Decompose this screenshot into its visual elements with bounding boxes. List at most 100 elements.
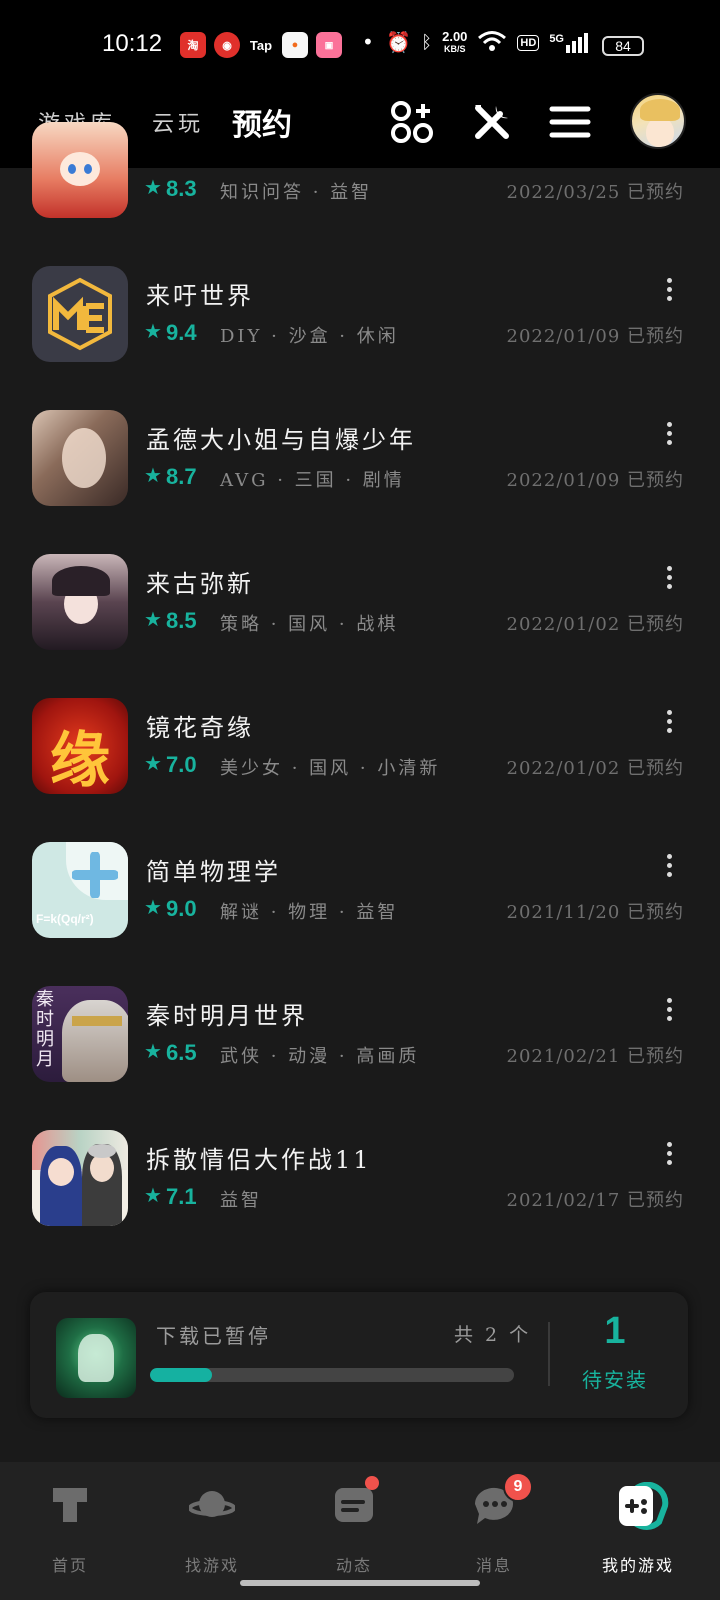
physics-formula: F=k(Qq/r²): [36, 912, 94, 926]
alarm-icon: ⏰: [386, 32, 412, 54]
more-options-icon[interactable]: [662, 998, 676, 1024]
list-item[interactable]: 拆散情侣大作战11 ★ 7.1 益智 2021/02/17 已预约: [0, 1130, 720, 1270]
reserve-date: 2022/01/09 已预约: [506, 326, 684, 347]
download-progress-bar: [150, 1368, 514, 1382]
home-indicator[interactable]: [240, 1580, 480, 1586]
net-speed: 2.00 KB/S: [442, 28, 468, 54]
download-progress-fill: [150, 1368, 212, 1382]
more-options-icon[interactable]: [662, 854, 676, 880]
nav-my-games[interactable]: 我的游戏: [578, 1481, 698, 1582]
star-icon: ★: [144, 1183, 162, 1207]
status-bar: 10:12 淘 ◉ Tap ● ▣ • ⏰ ᛒ 2.00 KB/S HD 5G …: [0, 0, 720, 90]
star-icon: ★: [144, 463, 162, 487]
reserve-date: 2021/02/21 已预约: [506, 1046, 684, 1067]
couple-icon: [32, 1130, 128, 1226]
list-item[interactable]: ★ 8.3 知识问答 · 益智 2022/03/25 已预约: [0, 122, 720, 262]
list-item[interactable]: 来吁世界 ★ 9.4 DIY · 沙盒 · 休闲 2022/01/09 已预约: [0, 266, 720, 406]
qin-warrior-icon: 秦时明月: [32, 986, 128, 1082]
star-icon: ★: [144, 895, 162, 919]
reserve-date: 2022/01/02 已预约: [506, 758, 684, 779]
game-title: 孟德大小姐与自爆少年: [146, 426, 416, 454]
nav-label: 找游戏: [184, 1556, 239, 1575]
cartoon-girl-icon: [32, 122, 128, 218]
orange-app-icon: ●: [282, 32, 308, 58]
game-title: 镜花奇缘: [146, 714, 254, 742]
hd-icon: HD: [517, 34, 540, 51]
nav-label: 首页: [51, 1556, 88, 1575]
rating: 7.0: [166, 752, 197, 777]
nav-label: 我的游戏: [601, 1556, 674, 1575]
feed-icon: [331, 1476, 379, 1528]
reserve-date: 2021/11/20 已预约: [506, 902, 684, 923]
reserve-date: 2022/01/02 已预约: [506, 614, 684, 635]
reserve-date: 2021/02/17 已预约: [506, 1190, 684, 1211]
game-title: 秦时明月世界: [146, 1002, 308, 1030]
game-tags: 解谜 · 物理 · 益智: [220, 902, 399, 923]
bilibili-app-icon: ▣: [316, 32, 342, 58]
taptap-app-icon: Tap: [249, 37, 273, 53]
me-cube-icon: [32, 266, 128, 362]
rating: 9.4: [166, 320, 197, 345]
star-icon: ★: [144, 751, 162, 775]
physics-plus-icon: F=k(Qq/r²): [32, 842, 128, 938]
game-tags: 武侠 · 动漫 · 高画质: [220, 1046, 420, 1067]
download-status: 下载已暂停: [156, 1324, 271, 1348]
rating: 8.7: [166, 464, 197, 489]
gothic-girl-icon: [32, 554, 128, 650]
star-icon: ★: [144, 1039, 162, 1063]
rating: 8.5: [166, 608, 197, 633]
game-tags: DIY · 沙盒 · 休闲: [220, 326, 399, 347]
battery-indicator: 84: [602, 36, 644, 56]
gamepad-icon: [615, 1481, 669, 1530]
nav-home[interactable]: 首页: [10, 1482, 130, 1582]
nav-messages[interactable]: 9 消息: [434, 1472, 554, 1582]
pending-install-count[interactable]: 1: [570, 1310, 660, 1353]
game-tags: 策略 · 国风 · 战棋: [220, 614, 399, 635]
rating: 8.3: [166, 176, 197, 201]
nav-discover[interactable]: 找游戏: [152, 1482, 272, 1582]
game-title: 来吁世界: [146, 282, 254, 310]
status-time: 10:12: [102, 30, 163, 57]
more-options-icon[interactable]: [662, 1142, 676, 1168]
star-icon: ★: [144, 319, 162, 343]
list-item[interactable]: 秦时明月 秦时明月世界 ★ 6.5 武侠 · 动漫 · 高画质 2021/02/…: [0, 986, 720, 1126]
more-options-icon[interactable]: [662, 710, 676, 736]
list-item[interactable]: 来古弥新 ★ 8.5 策略 · 国风 · 战棋 2022/01/02 已预约: [0, 554, 720, 694]
taobao-app-icon: 淘: [180, 32, 206, 58]
reserve-date: 2022/01/09 已预约: [506, 470, 684, 491]
more-options-icon[interactable]: [662, 566, 676, 592]
notification-dot-badge: [365, 1476, 379, 1490]
game-title: 拆散情侣大作战11: [146, 1146, 372, 1174]
wifi-icon: [477, 30, 507, 55]
game-tags: 知识问答 · 益智: [220, 182, 373, 203]
planet-icon: [188, 1482, 236, 1528]
download-count: 共 2 个: [454, 1324, 532, 1346]
game-tags: 美少女 · 国风 · 小清新: [220, 758, 441, 779]
star-icon: ★: [144, 607, 162, 631]
star-icon: ★: [144, 175, 162, 199]
anime-portrait-icon: [32, 410, 128, 506]
list-item[interactable]: F=k(Qq/r²) 简单物理学 ★ 9.0 解谜 · 物理 · 益智 2021…: [0, 842, 720, 982]
nav-feed[interactable]: 动态: [294, 1476, 414, 1582]
rating: 6.5: [166, 1040, 197, 1065]
yuan-character-icon: 缘: [32, 698, 128, 794]
list-item[interactable]: 缘 镜花奇缘 ★ 7.0 美少女 · 国风 · 小清新 2022/01/02 已…: [0, 698, 720, 838]
nav-label: 动态: [335, 1556, 372, 1575]
more-options-icon[interactable]: [662, 278, 676, 304]
reserve-date: 2022/03/25 已预约: [506, 182, 684, 203]
qin-title-art: 秦时明月: [36, 989, 54, 1070]
rating: 7.1: [166, 1184, 197, 1209]
bluetooth-icon: ᛒ: [421, 32, 433, 52]
list-item[interactable]: 孟德大小姐与自爆少年 ★ 8.7 AVG · 三国 · 剧情 2022/01/0…: [0, 410, 720, 550]
pending-install-label[interactable]: 待安装: [570, 1364, 660, 1393]
netease-music-icon: ◉: [214, 32, 240, 58]
divider: [548, 1322, 550, 1386]
notification-dot: •: [362, 30, 374, 54]
chat-icon: 9: [471, 1472, 533, 1528]
download-game-thumbnail: [56, 1318, 136, 1398]
game-title: 简单物理学: [146, 858, 281, 886]
nav-label: 消息: [475, 1556, 512, 1575]
rating: 9.0: [166, 896, 197, 921]
more-options-icon[interactable]: [662, 422, 676, 448]
download-card[interactable]: 下载已暂停 共 2 个 1 待安装: [30, 1292, 688, 1418]
